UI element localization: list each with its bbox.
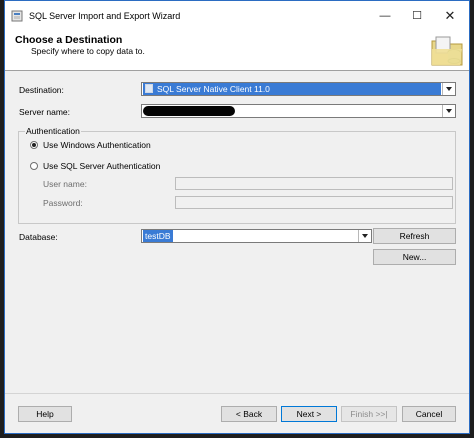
cancel-button[interactable]: Cancel bbox=[402, 406, 456, 422]
window-title: SQL Server Import and Export Wizard bbox=[29, 11, 181, 21]
chevron-down-icon[interactable] bbox=[442, 105, 455, 117]
page-title: Choose a Destination bbox=[15, 34, 123, 46]
back-button[interactable]: < Back bbox=[221, 406, 277, 422]
username-label: User name: bbox=[43, 179, 87, 189]
close-icon[interactable]: ✕ bbox=[436, 6, 464, 26]
authentication-group-title: Authentication bbox=[25, 126, 81, 136]
next-button[interactable]: Next > bbox=[281, 406, 337, 422]
server-name-label: Server name: bbox=[19, 107, 71, 117]
new-database-button[interactable]: New... bbox=[373, 249, 456, 265]
database-value: testDB bbox=[143, 230, 173, 242]
sql-auth-label[interactable]: Use SQL Server Authentication bbox=[43, 161, 160, 171]
wizard-app-icon bbox=[11, 10, 23, 22]
windows-auth-radio[interactable] bbox=[30, 141, 38, 149]
database-label: Database: bbox=[19, 232, 58, 242]
password-field[interactable] bbox=[175, 196, 453, 209]
database-select[interactable]: testDB bbox=[141, 229, 372, 243]
username-field[interactable] bbox=[175, 177, 453, 190]
destination-select[interactable]: SQL Server Native Client 11.0 bbox=[141, 82, 456, 96]
sql-auth-radio[interactable] bbox=[30, 162, 38, 170]
database-folder-icon bbox=[428, 33, 466, 69]
refresh-button[interactable]: Refresh bbox=[373, 228, 456, 244]
maximize-icon[interactable]: ☐ bbox=[403, 6, 431, 26]
destination-value: SQL Server Native Client 11.0 bbox=[157, 84, 270, 94]
title-bar[interactable]: SQL Server Import and Export Wizard — ☐ … bbox=[5, 1, 469, 31]
server-name-select[interactable] bbox=[141, 104, 456, 118]
wizard-header: Choose a Destination Specify where to co… bbox=[5, 31, 469, 71]
destination-label: Destination: bbox=[19, 85, 64, 95]
footer-divider bbox=[5, 393, 469, 394]
finish-button[interactable]: Finish >>| bbox=[341, 406, 397, 422]
help-button[interactable]: Help bbox=[18, 406, 72, 422]
windows-auth-label[interactable]: Use Windows Authentication bbox=[43, 140, 151, 150]
wizard-window: SQL Server Import and Export Wizard — ☐ … bbox=[4, 0, 470, 434]
provider-icon bbox=[145, 84, 153, 93]
chevron-down-icon[interactable] bbox=[442, 83, 455, 95]
redacted-server-name bbox=[143, 106, 235, 116]
page-subtitle: Specify where to copy data to. bbox=[31, 46, 145, 56]
authentication-group: Authentication Use Windows Authenticatio… bbox=[18, 126, 456, 224]
chevron-down-icon[interactable] bbox=[358, 230, 371, 242]
minimize-icon[interactable]: — bbox=[371, 6, 399, 26]
password-label: Password: bbox=[43, 198, 83, 208]
